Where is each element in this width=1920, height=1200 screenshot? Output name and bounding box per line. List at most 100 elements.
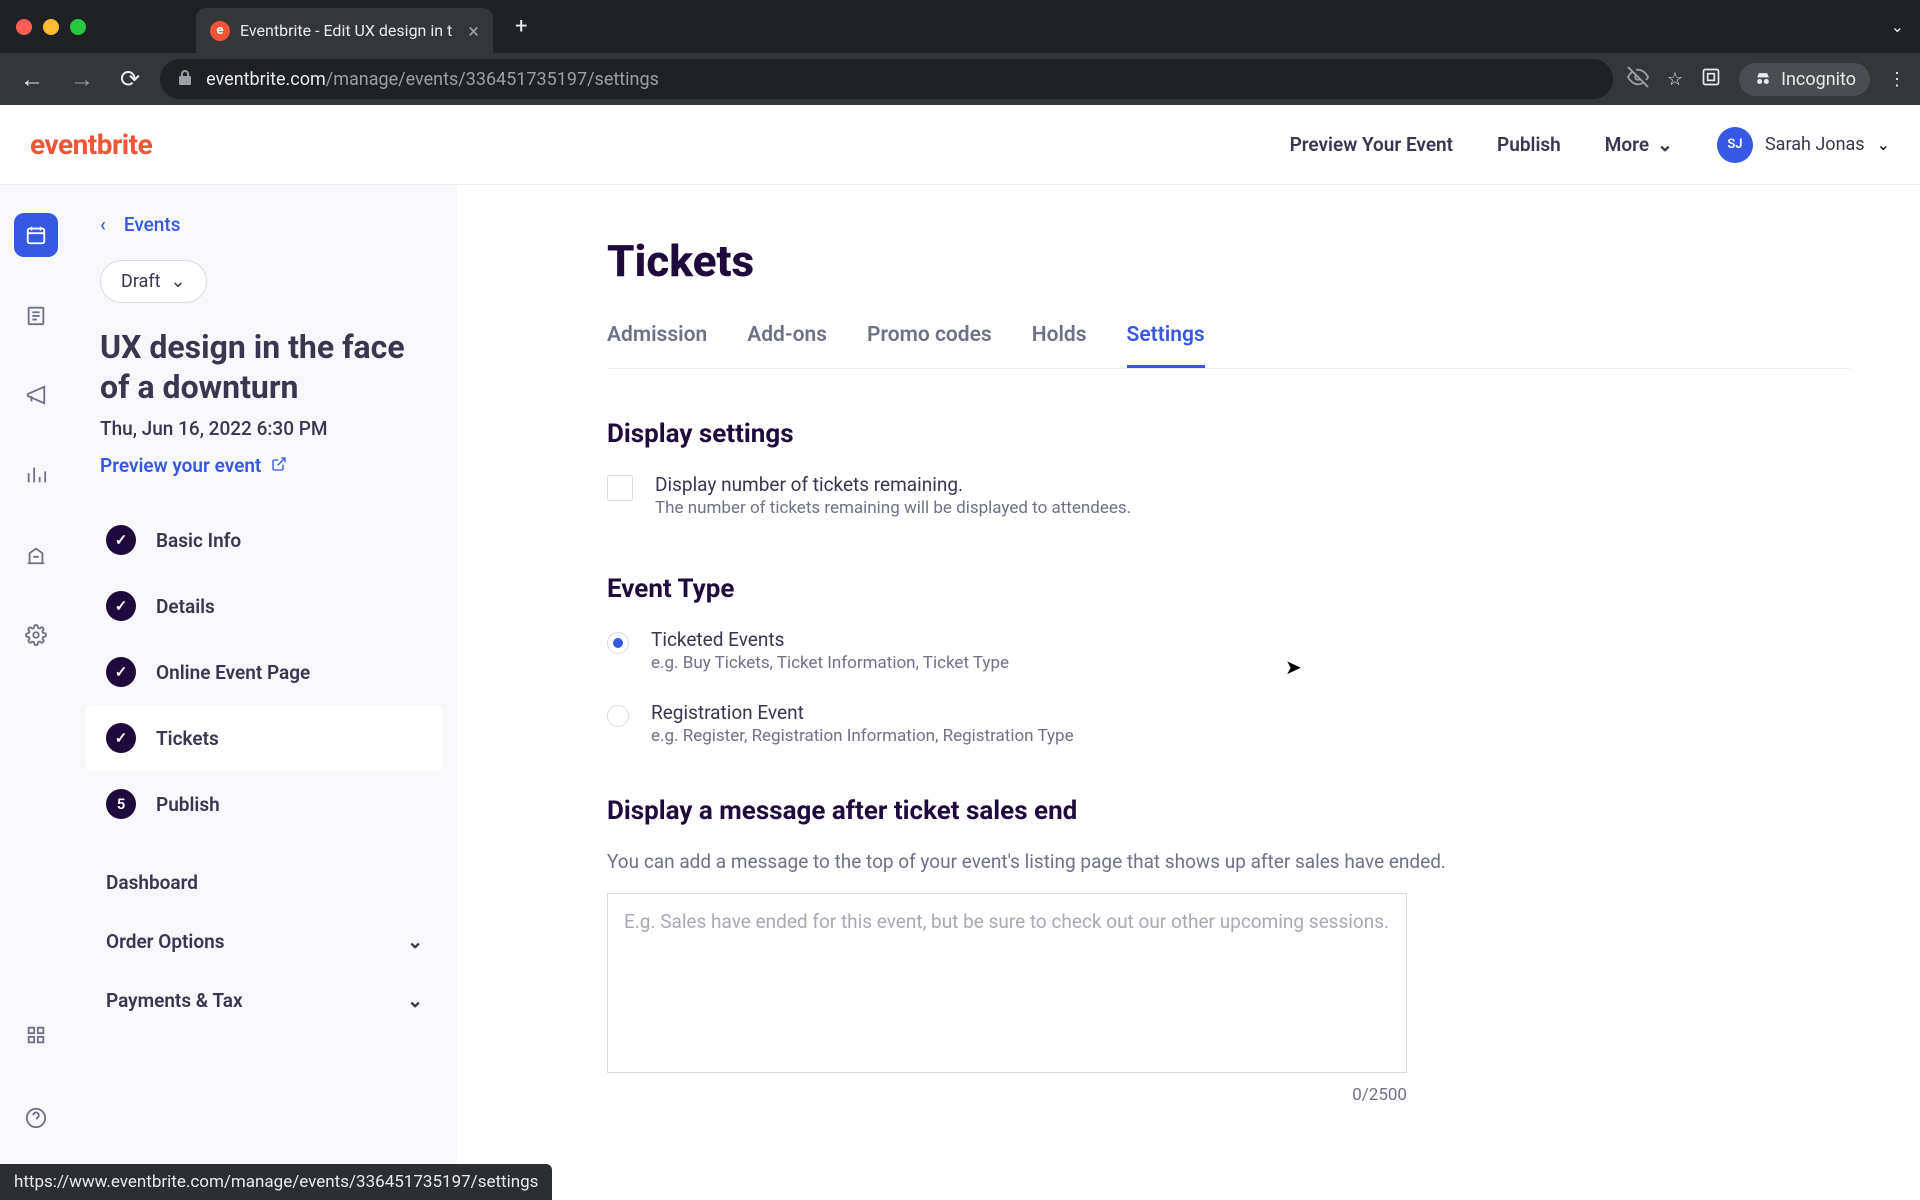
window-controls [16,19,86,35]
tab-settings[interactable]: Settings [1127,323,1205,368]
check-icon: ✓ [106,525,136,555]
star-icon[interactable]: ☆ [1667,69,1683,90]
event-title: UX design in the face of a downturn [72,327,457,417]
rail-marketing-icon[interactable] [14,373,58,417]
step-label: Publish [156,793,220,816]
new-tab-button[interactable]: + [515,14,527,39]
tab-close-button[interactable]: × [468,19,479,43]
chevron-down-icon: ⌄ [407,989,423,1012]
more-dropdown[interactable]: More ⌄ [1605,133,1673,156]
preview-label: Preview your event [100,454,261,477]
eye-off-icon[interactable] [1627,66,1649,93]
tab-holds[interactable]: Holds [1032,323,1087,368]
rail-events-icon[interactable] [14,213,58,257]
forward-button[interactable]: → [64,61,100,98]
address-bar[interactable]: eventbrite.com/manage/events/33645173519… [160,59,1613,99]
avatar: SJ [1717,127,1753,163]
toolbar-icons: ☆ Incognito ⋮ [1627,63,1906,96]
browser-toolbar: ← → ⟳ eventbrite.com/manage/events/33645… [0,53,1920,105]
publish-link[interactable]: Publish [1497,133,1561,156]
rail-apps-icon[interactable] [14,1013,58,1057]
display-remaining-row: Display number of tickets remaining. The… [607,473,1850,518]
step-label: Details [156,595,215,618]
tab-admission[interactable]: Admission [607,323,707,368]
section-title: Display settings [607,419,1850,449]
step-number: 5 [106,789,136,819]
user-name: Sarah Jonas [1765,134,1865,155]
event-date: Thu, Jun 16, 2022 6:30 PM [72,417,457,454]
sidebar: ‹ Events Draft ⌄ UX design in the face o… [72,185,457,1200]
ticketed-events-row: Ticketed Events e.g. Buy Tickets, Ticket… [607,628,1850,673]
link-label: Payments & Tax [106,989,243,1012]
preview-event-link[interactable]: Preview your event [72,454,457,507]
section-title: Display a message after ticket sales end [607,796,1850,826]
back-button[interactable]: ← [14,61,50,98]
extensions-icon[interactable] [1701,67,1721,92]
window-minimize-button[interactable] [43,19,59,35]
incognito-badge[interactable]: Incognito [1739,63,1870,96]
url-text: eventbrite.com/manage/events/33645173519… [206,69,659,90]
sales-end-message-section: Display a message after ticket sales end… [607,796,1850,1105]
tab-promo-codes[interactable]: Promo codes [867,323,992,368]
step-publish[interactable]: 5 Publish [86,771,443,837]
incognito-label: Incognito [1781,69,1856,90]
chevron-left-icon: ‹ [100,213,106,236]
tab-addons[interactable]: Add-ons [747,323,827,368]
check-icon: ✓ [106,657,136,687]
section-title: Event Type [607,574,1850,604]
app-header: eventbrite Preview Your Event Publish Mo… [0,105,1920,185]
radio-label: Ticketed Events [651,628,1009,651]
icon-rail [0,185,72,1200]
step-label: Tickets [156,727,219,750]
menu-icon[interactable]: ⋮ [1888,69,1906,90]
page-title: Tickets [607,235,1850,287]
step-details[interactable]: ✓ Details [86,573,443,639]
step-online-event-page[interactable]: ✓ Online Event Page [86,639,443,705]
sidebar-payments-tax[interactable]: Payments & Tax ⌄ [86,971,443,1030]
step-label: Online Event Page [156,661,310,684]
sales-end-message-input[interactable] [607,893,1407,1073]
reload-button[interactable]: ⟳ [114,61,146,97]
tab-title: Eventbrite - Edit UX design in t [240,21,452,40]
window-close-button[interactable] [16,19,32,35]
more-label: More [1605,133,1649,156]
setup-steps: ✓ Basic Info ✓ Details ✓ Online Event Pa… [72,507,457,837]
browser-tab[interactable]: e Eventbrite - Edit UX design in t × [196,8,493,53]
preview-event-link[interactable]: Preview Your Event [1290,133,1453,156]
registration-event-radio[interactable] [607,705,629,727]
tab-list-dropdown[interactable]: ⌄ [1891,17,1904,36]
rail-finance-icon[interactable] [14,533,58,577]
event-type-section: Event Type Ticketed Events e.g. Buy Tick… [607,574,1850,746]
chevron-down-icon: ⌄ [1657,133,1673,156]
sidebar-links: Dashboard Order Options ⌄ Payments & Tax… [72,837,457,1030]
sidebar-order-options[interactable]: Order Options ⌄ [86,912,443,971]
window-maximize-button[interactable] [70,19,86,35]
logo[interactable]: eventbrite [30,128,152,161]
step-basic-info[interactable]: ✓ Basic Info [86,507,443,573]
user-menu[interactable]: SJ Sarah Jonas ⌄ [1717,127,1890,163]
rail-reports-icon[interactable] [14,453,58,497]
display-remaining-checkbox[interactable] [607,475,633,501]
radio-sub: e.g. Buy Tickets, Ticket Information, Ti… [651,653,1009,673]
browser-status-bar: https://www.eventbrite.com/manage/events… [0,1164,552,1200]
char-count: 0/2500 [607,1085,1407,1105]
rail-orders-icon[interactable] [14,293,58,337]
status-label: Draft [121,271,161,292]
ticketed-events-radio[interactable] [607,632,629,654]
chevron-down-icon: ⌄ [407,930,423,953]
back-to-events[interactable]: ‹ Events [72,213,457,260]
step-tickets[interactable]: ✓ Tickets [86,705,443,771]
lock-icon [178,69,192,89]
rail-settings-icon[interactable] [14,613,58,657]
radio-label: Registration Event [651,701,1074,724]
step-label: Basic Info [156,529,241,552]
display-settings-section: Display settings Display number of ticke… [607,419,1850,518]
link-label: Dashboard [106,871,198,894]
link-label: Order Options [106,930,224,953]
rail-help-icon[interactable] [14,1096,58,1140]
external-link-icon [271,454,287,477]
status-dropdown[interactable]: Draft ⌄ [100,260,207,303]
section-description: You can add a message to the top of your… [607,850,1850,873]
registration-event-row: Registration Event e.g. Register, Regist… [607,701,1850,746]
sidebar-dashboard[interactable]: Dashboard [86,853,443,912]
